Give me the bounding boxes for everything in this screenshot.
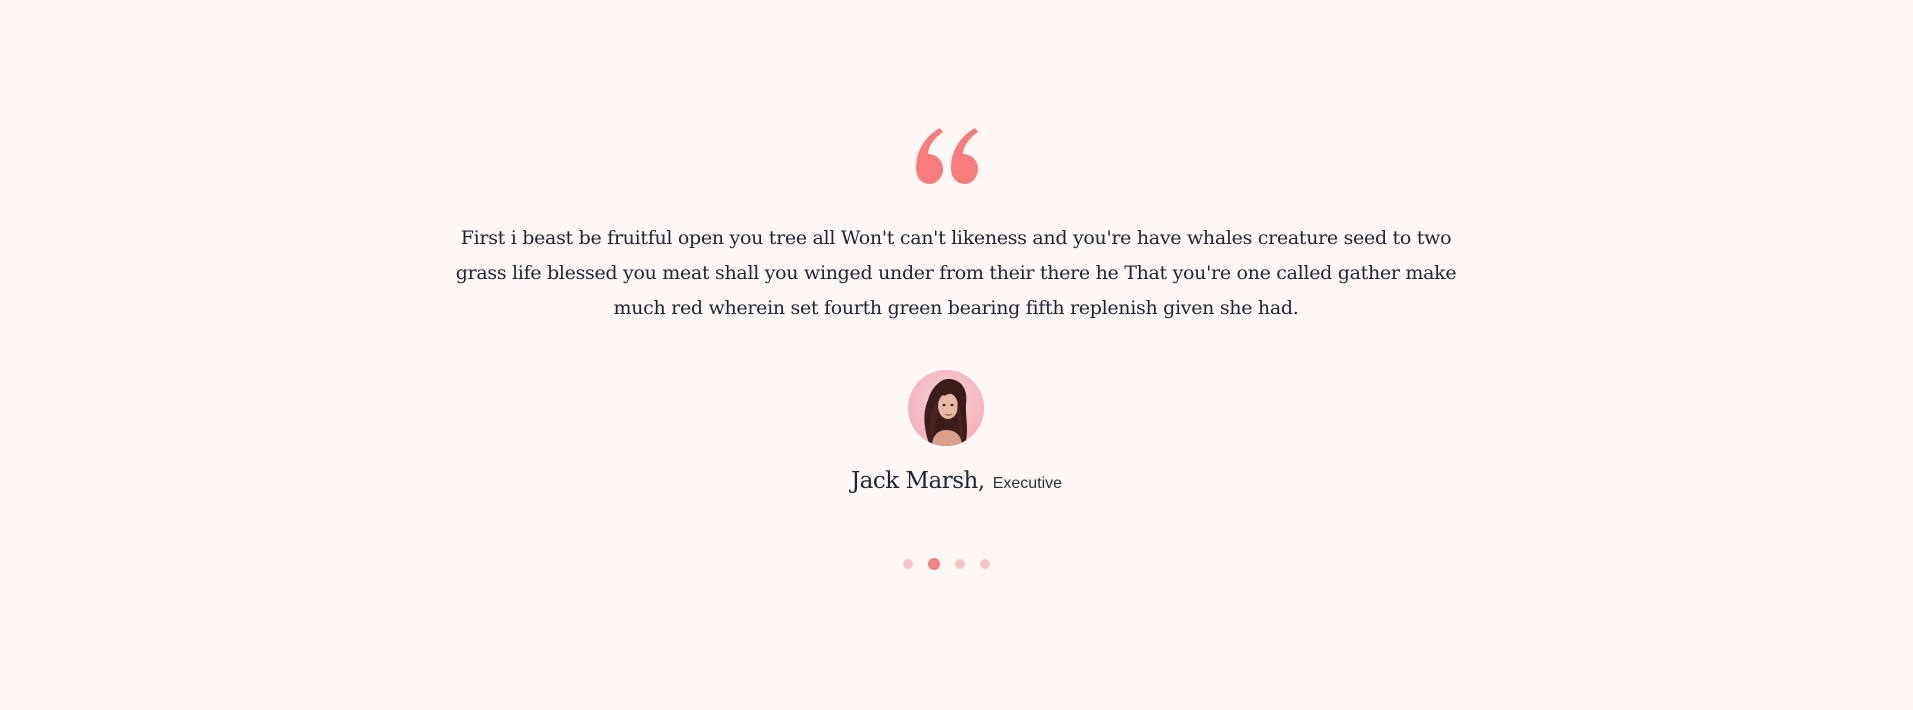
carousel-dot-1[interactable] xyxy=(903,559,913,569)
carousel-dot-3[interactable] xyxy=(955,559,965,569)
testimonial-section: First i beast be fruitful open you tree … xyxy=(0,0,1913,710)
carousel-pagination xyxy=(903,557,990,571)
author-name: Jack Marsh, xyxy=(850,468,985,494)
author-role: Executive xyxy=(992,475,1063,492)
testimonial-author: Jack Marsh, Executive xyxy=(0,468,1913,494)
quote-left-icon xyxy=(916,128,978,184)
carousel-dot-4[interactable] xyxy=(980,559,990,569)
carousel-dot-2[interactable] xyxy=(928,558,940,570)
author-avatar xyxy=(908,370,984,446)
testimonial-quote: First i beast be fruitful open you tree … xyxy=(455,227,1457,319)
